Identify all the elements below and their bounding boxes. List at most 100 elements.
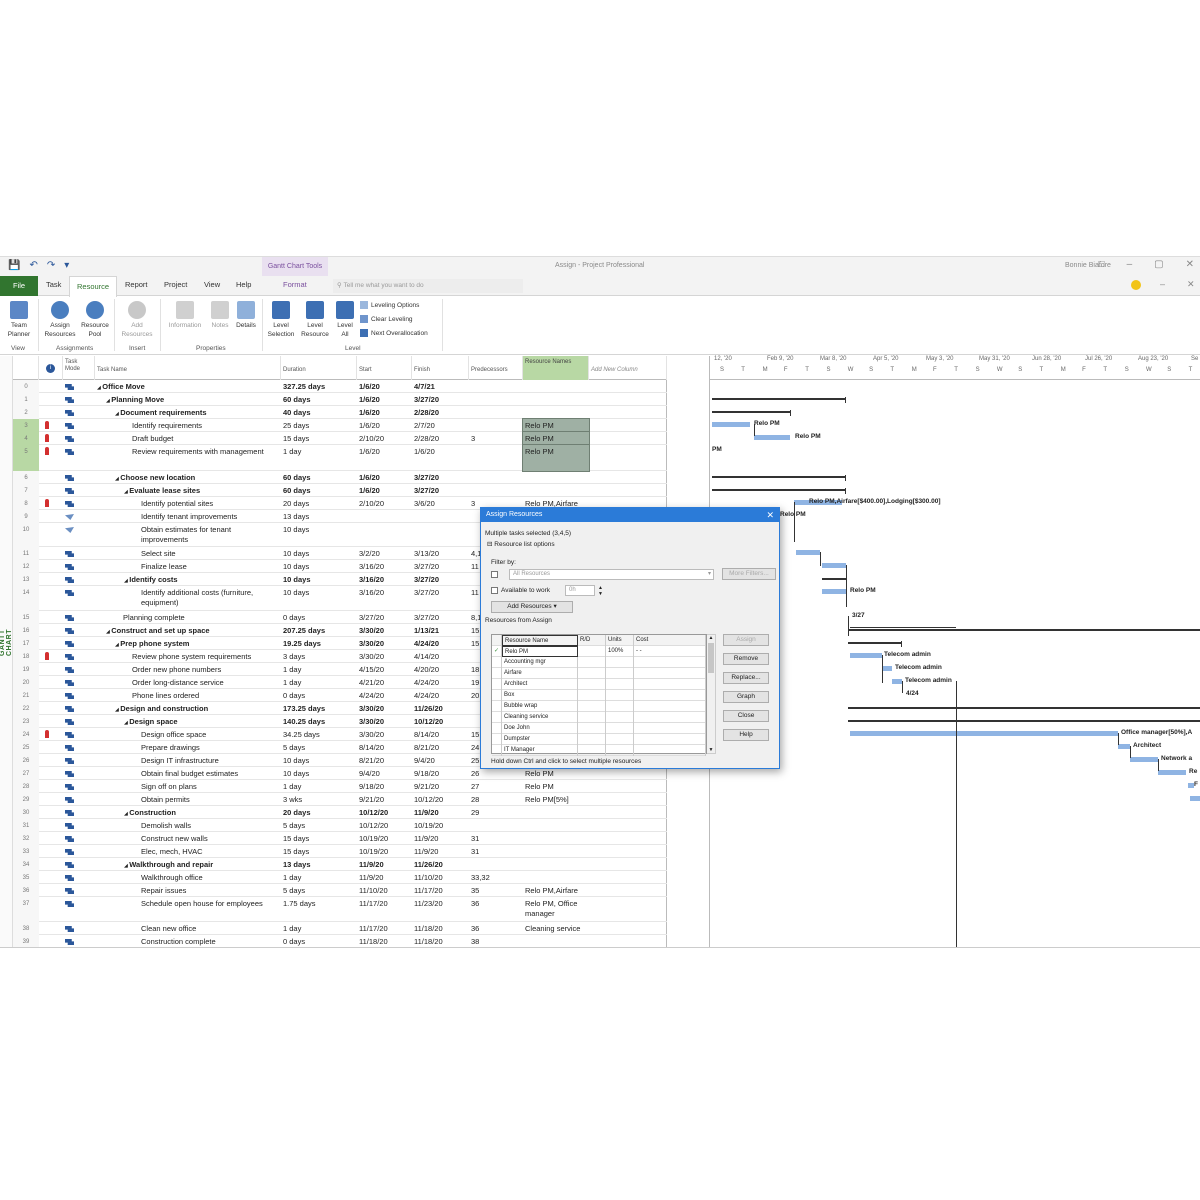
task-name-cell[interactable]: Elec, mech, HVAC	[95, 845, 281, 858]
task-name-cell[interactable]: Identify tenant improvements	[95, 510, 281, 523]
indicators-header[interactable]: i	[39, 356, 63, 380]
task-mode-cell[interactable]	[63, 547, 95, 560]
resource-grid-name-cell[interactable]: Bubble wrap	[502, 701, 578, 712]
finish-cell[interactable]: 11/9/20	[412, 832, 469, 845]
duration-cell[interactable]: 1 day	[281, 780, 357, 793]
resource-grid-rd-cell[interactable]	[578, 701, 606, 712]
indicator-cell[interactable]	[39, 471, 63, 484]
task-name-cell[interactable]: Repair issues	[95, 884, 281, 897]
start-cell[interactable]: 10/19/20	[357, 832, 412, 845]
row-id[interactable]: 30	[13, 806, 39, 819]
row-id[interactable]: 18	[13, 650, 39, 663]
duration-cell[interactable]: 3 wks	[281, 793, 357, 806]
row-id[interactable]: 1	[13, 393, 39, 406]
task-name-cell[interactable]: Obtain final budget estimates	[95, 767, 281, 780]
resource-names-cell[interactable]: Cleaning service	[523, 922, 589, 935]
team-planner-button[interactable]: Team Planner	[4, 301, 34, 339]
resource-grid-units-cell[interactable]	[606, 734, 634, 745]
start-cell[interactable]: 1/6/20	[357, 445, 412, 471]
graph-button[interactable]: Graph	[723, 691, 769, 703]
task-name-cell[interactable]: Phone lines ordered	[95, 689, 281, 702]
row-id[interactable]: 28	[13, 780, 39, 793]
table-row[interactable]: 35 Walkthrough office 1 day 11/9/20 11/10/20…	[13, 871, 667, 884]
task-name-cell[interactable]: Design office space	[95, 728, 281, 741]
task-name-cell[interactable]: Schedule open house for employees	[95, 897, 281, 922]
start-cell[interactable]	[357, 523, 412, 547]
row-id[interactable]: 0	[13, 380, 39, 393]
indicator-cell[interactable]	[39, 393, 63, 406]
duration-cell[interactable]: 15 days	[281, 845, 357, 858]
summary-end[interactable]	[790, 410, 791, 416]
task-mode-cell[interactable]	[63, 406, 95, 419]
start-cell[interactable]: 10/12/20	[357, 806, 412, 819]
start-cell[interactable]: 3/16/20	[357, 573, 412, 586]
row-id[interactable]: 29	[13, 793, 39, 806]
indicator-cell[interactable]	[39, 586, 63, 611]
task-mode-cell[interactable]	[63, 419, 95, 432]
task-mode-cell[interactable]	[63, 871, 95, 884]
duration-header[interactable]: Duration	[281, 356, 357, 380]
summary-bar[interactable]	[822, 578, 846, 580]
tab-view[interactable]: View	[204, 280, 220, 289]
indicator-cell[interactable]	[39, 560, 63, 573]
finish-cell[interactable]: 3/6/20	[412, 497, 469, 510]
resource-names-cell[interactable]	[523, 806, 589, 819]
task-name-cell[interactable]: Sign off on plans	[95, 780, 281, 793]
resource-grid-cost-cell[interactable]	[634, 668, 706, 679]
more-filters-button[interactable]: More Filters...	[722, 568, 776, 580]
table-row[interactable]: 37 Schedule open house for employees 1.75 …	[13, 897, 667, 922]
resource-names-cell[interactable]: Relo PM[5%]	[523, 793, 589, 806]
duration-cell[interactable]: 60 days	[281, 471, 357, 484]
row-id[interactable]: 8	[13, 497, 39, 510]
resource-grid-rd-cell[interactable]	[578, 734, 606, 745]
row-id[interactable]: 25	[13, 741, 39, 754]
table-row[interactable]: 5 Review requirements with management 1 da…	[13, 444, 667, 472]
start-cell[interactable]: 1/6/20	[357, 471, 412, 484]
predecessors-cell[interactable]: 36	[469, 897, 523, 922]
indicator-cell[interactable]	[39, 445, 63, 471]
finish-cell[interactable]: 2/28/20	[412, 406, 469, 419]
tell-me-search[interactable]: ⚲ Tell me what you want to do	[333, 279, 523, 293]
tab-task[interactable]: Task	[46, 280, 61, 289]
table-row[interactable]: 0 ◢ Office Move 327.25 days 1/6/20 4/7/21	[13, 380, 667, 393]
duration-cell[interactable]: 5 days	[281, 819, 357, 832]
notes-button[interactable]: Notes	[208, 301, 232, 330]
table-row[interactable]: 29 Obtain permits 3 wks 9/21/20 10/12/20 28 Re…	[13, 793, 667, 806]
indicator-cell[interactable]	[39, 497, 63, 510]
task-mode-cell[interactable]	[63, 741, 95, 754]
start-cell[interactable]: 3/27/20	[357, 611, 412, 624]
finish-cell[interactable]: 8/14/20	[412, 728, 469, 741]
duration-cell[interactable]: 15 days	[281, 432, 357, 445]
task-bar[interactable]	[882, 666, 892, 671]
row-id[interactable]: 12	[13, 560, 39, 573]
table-row[interactable]: 36 Repair issues 5 days 11/10/20 11/17/20 35 R…	[13, 884, 667, 897]
task-mode-cell[interactable]	[63, 715, 95, 728]
duration-cell[interactable]: 1.75 days	[281, 897, 357, 922]
resource-names-cell[interactable]	[523, 471, 589, 484]
row-id[interactable]: 31	[13, 819, 39, 832]
table-row[interactable]: 7 ◢ Evaluate lease sites 60 days 1/6/20 3/27…	[13, 484, 667, 497]
resource-grid-row[interactable]: Doe John	[492, 723, 706, 734]
duration-cell[interactable]: 10 days	[281, 586, 357, 611]
row-id[interactable]: 37	[13, 897, 39, 922]
indicator-cell[interactable]	[39, 741, 63, 754]
resource-grid-name-cell[interactable]: Architect	[502, 679, 578, 690]
link-line[interactable]	[882, 655, 883, 683]
task-mode-cell[interactable]	[63, 523, 95, 547]
task-bar[interactable]	[796, 550, 820, 555]
finish-cell[interactable]: 4/24/20	[412, 676, 469, 689]
resource-list-options-toggle[interactable]: ⊟ Resource list options	[487, 540, 555, 548]
ribbon-display-icon[interactable]: □	[1099, 259, 1105, 270]
indicator-cell[interactable]	[39, 637, 63, 650]
task-mode-cell[interactable]	[63, 819, 95, 832]
row-id[interactable]: 19	[13, 663, 39, 676]
task-bar[interactable]	[1118, 744, 1130, 749]
task-name-cell[interactable]: ◢ Planning Move	[95, 393, 281, 406]
task-name-cell[interactable]: ◢ Construction	[95, 806, 281, 819]
resource-names-cell[interactable]	[523, 871, 589, 884]
replace-button[interactable]: Replace...	[723, 672, 769, 684]
start-cell[interactable]: 3/30/20	[357, 650, 412, 663]
predecessors-cell[interactable]: 33,32	[469, 871, 523, 884]
resource-grid-name-cell[interactable]: Dumpster	[502, 734, 578, 745]
dialog-close-icon[interactable]: ✕	[766, 508, 774, 522]
